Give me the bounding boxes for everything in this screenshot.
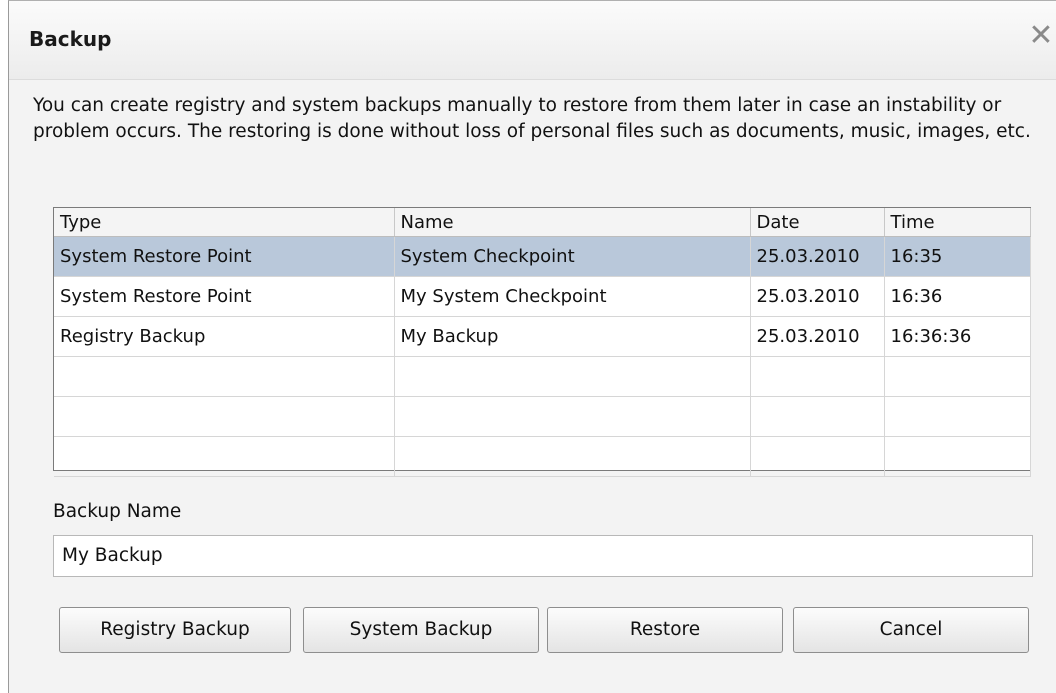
column-header-date[interactable]: Date xyxy=(750,208,885,237)
table-row[interactable]: System Restore Point System Checkpoint 2… xyxy=(54,236,1031,277)
column-header-name[interactable]: Name xyxy=(394,208,751,237)
registry-backup-button[interactable]: Registry Backup xyxy=(59,607,291,653)
table-header-row: Type Name Date Time xyxy=(54,208,1031,237)
cell-time: 16:35 xyxy=(884,236,1031,277)
title-bar: Backup ✕ xyxy=(9,1,1056,80)
cancel-button[interactable]: Cancel xyxy=(793,607,1029,653)
empty-row xyxy=(54,396,1031,437)
empty-row xyxy=(54,356,1031,397)
cell-type: Registry Backup xyxy=(54,316,395,357)
close-icon[interactable]: ✕ xyxy=(1024,19,1056,53)
cell-date: 25.03.2010 xyxy=(750,236,885,277)
cell-time: 16:36:36 xyxy=(884,316,1031,357)
table-row[interactable]: Registry Backup My Backup 25.03.2010 16:… xyxy=(54,316,1031,357)
cell-date: 25.03.2010 xyxy=(750,276,885,317)
backup-name-label: Backup Name xyxy=(53,501,182,522)
empty-row xyxy=(54,436,1031,477)
backup-table: Type Name Date Time System Restore Point… xyxy=(53,207,1031,477)
cell-name: My System Checkpoint xyxy=(394,276,751,317)
description-text: You can create registry and system backu… xyxy=(33,95,1031,142)
cell-time: 16:36 xyxy=(884,276,1031,317)
backup-name-input[interactable]: My Backup xyxy=(53,535,1033,577)
cell-name: My Backup xyxy=(394,316,751,357)
cell-type: System Restore Point xyxy=(54,236,395,277)
table-row[interactable]: System Restore Point My System Checkpoin… xyxy=(54,276,1031,317)
column-header-type[interactable]: Type xyxy=(54,208,395,237)
cell-type: System Restore Point xyxy=(54,276,395,317)
dialog-title: Backup xyxy=(29,27,112,51)
backup-dialog: Backup ✕ You can create registry and sys… xyxy=(8,0,1056,693)
system-backup-button[interactable]: System Backup xyxy=(303,607,539,653)
cell-name: System Checkpoint xyxy=(394,236,751,277)
restore-button[interactable]: Restore xyxy=(547,607,783,653)
column-header-time[interactable]: Time xyxy=(884,208,1031,237)
cell-date: 25.03.2010 xyxy=(750,316,885,357)
